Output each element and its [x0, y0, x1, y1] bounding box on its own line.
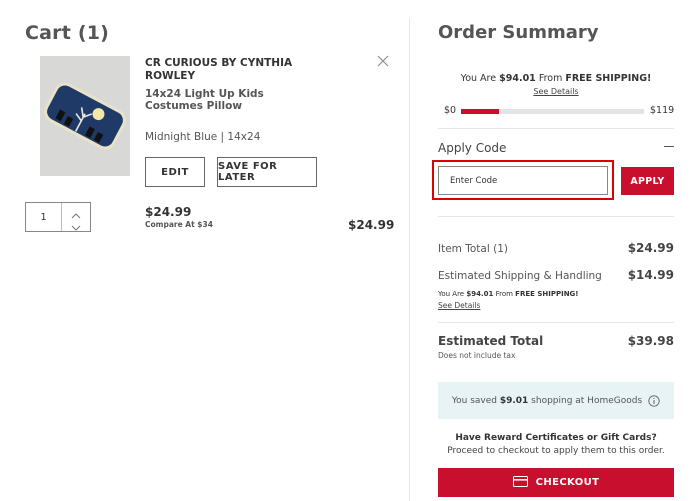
edit-button[interactable]: EDIT [145, 157, 205, 187]
product-variant: Midnight Blue | 14x24 [145, 131, 261, 143]
product-image[interactable] [40, 56, 130, 176]
free-shipping-amount: $94.01 [499, 73, 536, 84]
collapse-minus-icon[interactable] [664, 146, 674, 147]
savings-suffix: shopping at HomeGoods [528, 395, 643, 406]
apply-code-heading[interactable]: Apply Code [438, 141, 506, 155]
divider [438, 322, 674, 323]
apply-button[interactable]: APPLY [621, 167, 674, 195]
promo-code-input[interactable] [438, 166, 608, 195]
item-total-label: Item Total (1) [438, 243, 508, 255]
progress-min-label: $0 [444, 105, 457, 116]
shipping-note-prefix: You Are [438, 290, 467, 298]
free-shipping-middle: From [535, 73, 566, 84]
shipping-note-label: FREE SHIPPING! [515, 290, 579, 298]
shipping-note-amount: $94.01 [466, 290, 494, 298]
product-name[interactable]: 14x24 Light Up Kids Costumes Pillow [145, 88, 315, 112]
remove-item-close-icon[interactable] [376, 53, 390, 67]
shipping-value: $14.99 [627, 268, 674, 282]
see-details-link-2[interactable]: See Details [438, 301, 480, 310]
shipping-note: You Are $94.01 From FREE SHIPPING! [438, 290, 579, 298]
item-total-value: $24.99 [627, 241, 674, 255]
divider [438, 216, 674, 217]
shipping-progress-bar [461, 109, 644, 114]
compare-price: Compare At $34 [145, 220, 213, 229]
tax-note: Does not include tax [438, 351, 516, 360]
reward-title: Have Reward Certificates or Gift Cards? [455, 433, 657, 443]
cart-title: Cart (1) [25, 22, 110, 44]
chevron-up-icon[interactable] [71, 205, 81, 219]
savings-banner: You saved $9.01 shopping at HomeGoods [438, 382, 674, 419]
savings-amount: $9.01 [499, 395, 529, 406]
item-price: $24.99 [145, 205, 192, 219]
estimated-total-label: Estimated Total [438, 334, 544, 348]
free-shipping-label: FREE SHIPPING! [565, 73, 652, 84]
pillow-photo-icon [40, 56, 130, 176]
estimated-total-value: $39.98 [627, 334, 674, 348]
progress-max-label: $119 [650, 105, 675, 116]
quantity-value[interactable]: 1 [26, 203, 62, 231]
save-for-later-button[interactable]: SAVE FOR LATER [217, 157, 317, 187]
divider [438, 128, 674, 129]
checkout-button[interactable]: CHECKOUT [438, 468, 674, 497]
quantity-stepper[interactable]: 1 [25, 202, 91, 232]
credit-card-icon [512, 475, 528, 490]
shipping-label: Estimated Shipping & Handling [438, 270, 602, 282]
see-details-link[interactable]: See Details [438, 87, 674, 96]
savings-prefix: You saved [451, 395, 500, 406]
free-shipping-message: You Are $94.01 From FREE SHIPPING! [438, 73, 674, 84]
order-summary-title: Order Summary [438, 22, 599, 43]
savings-text: You saved $9.01 shopping at HomeGoods [452, 396, 642, 406]
info-icon[interactable] [648, 394, 660, 407]
chevron-down-icon[interactable] [71, 217, 81, 231]
reward-subtitle: Proceed to checkout to apply them to thi… [447, 446, 665, 456]
column-divider [409, 18, 410, 501]
product-brand[interactable]: CR CURIOUS BY CYNTHIA ROWLEY [145, 57, 305, 83]
shipping-progress-fill [461, 109, 500, 114]
shipping-note-middle: From [493, 290, 516, 298]
line-total: $24.99 [348, 218, 395, 232]
checkout-label: CHECKOUT [535, 477, 600, 488]
free-shipping-prefix: You Are [460, 73, 500, 84]
